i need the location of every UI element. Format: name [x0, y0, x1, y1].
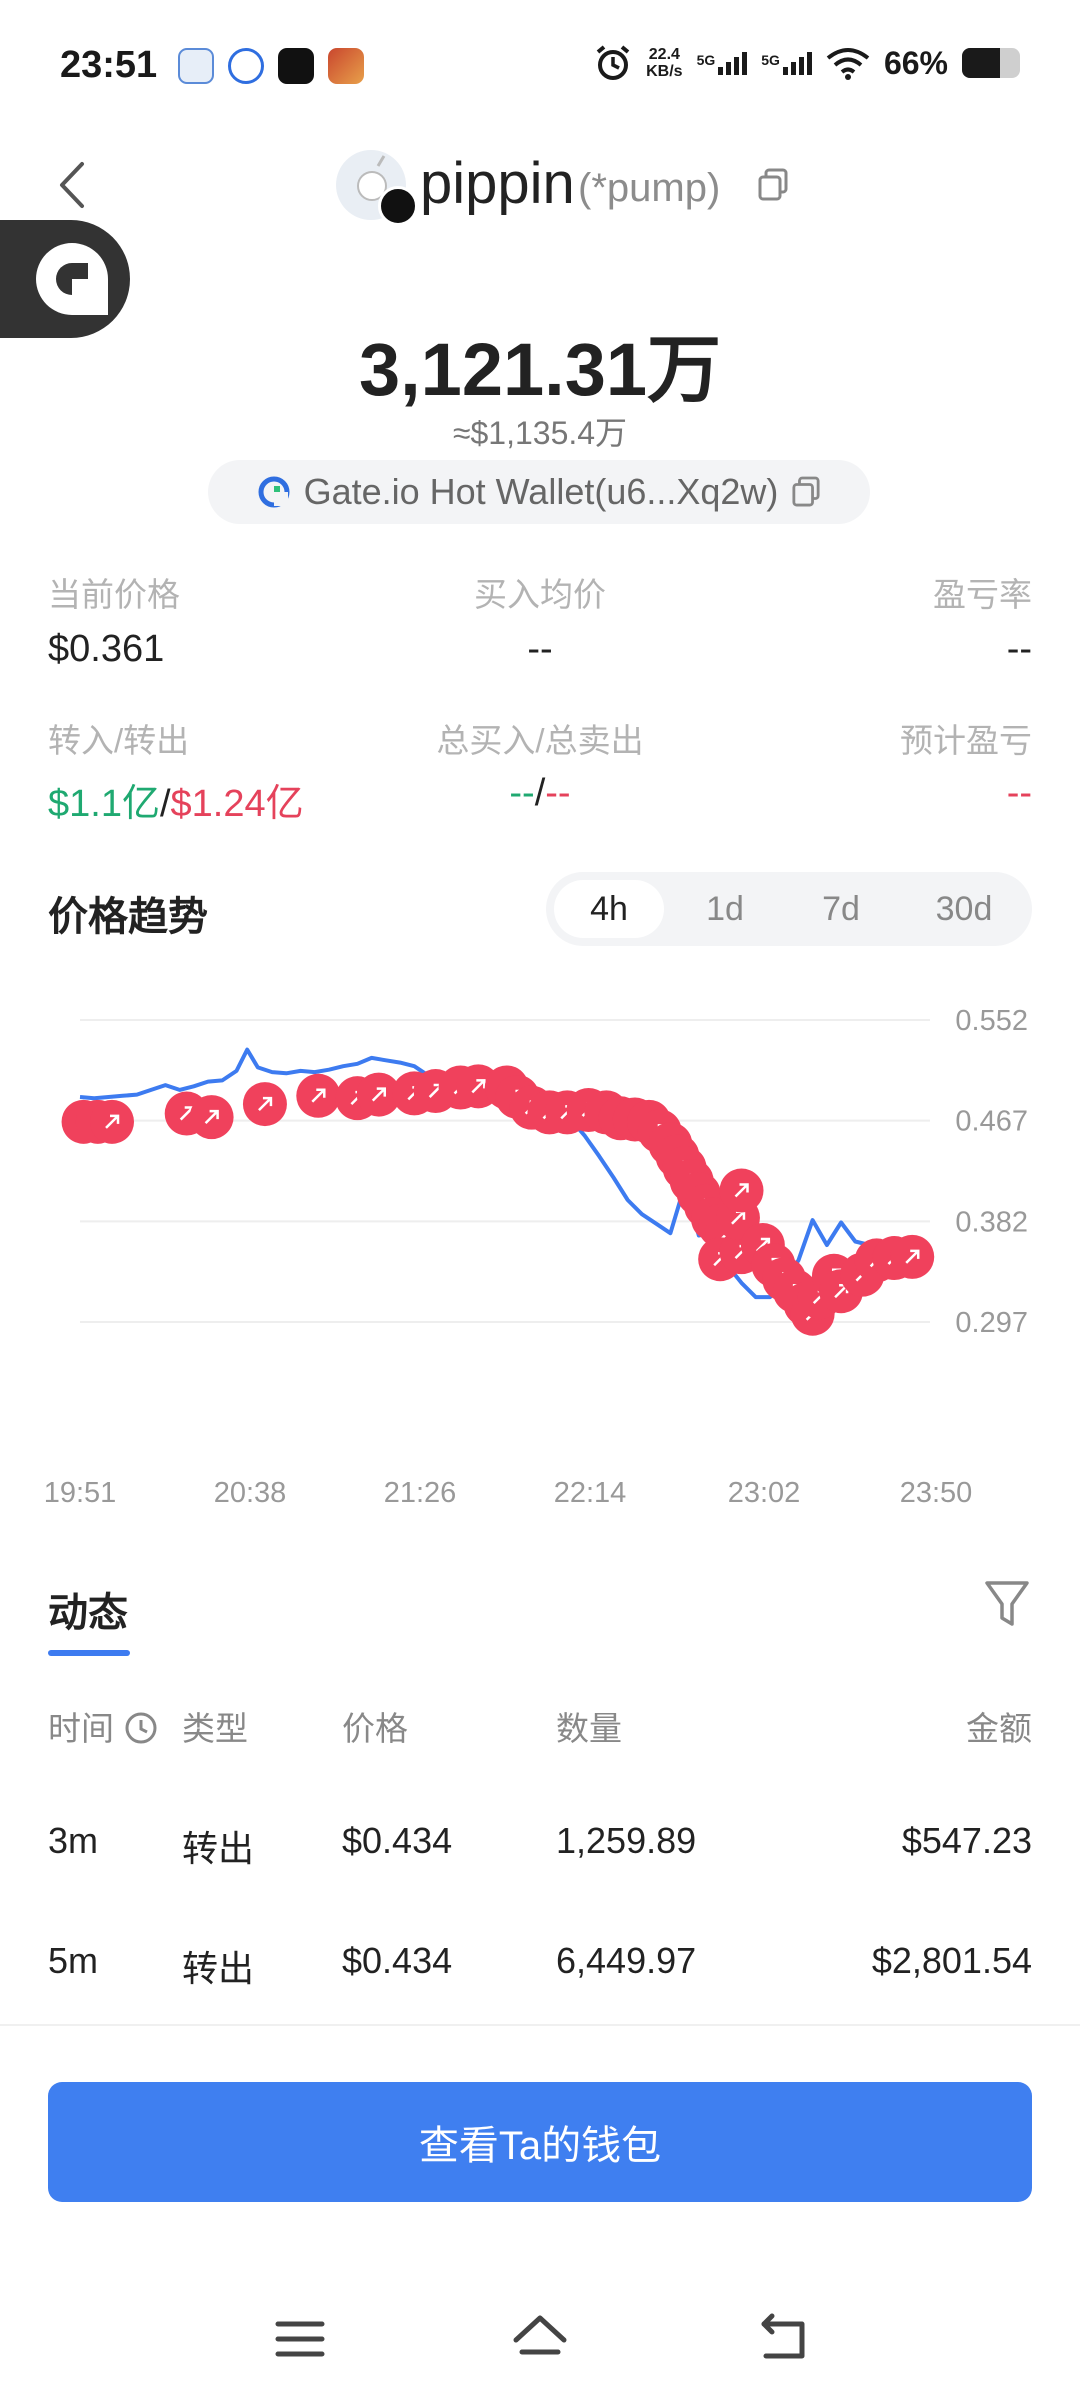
- col-time: 时间: [48, 1702, 159, 1750]
- wallet-label-pill[interactable]: Gate.io Hot Wallet(u6...Xq2w): [208, 460, 870, 524]
- tab-7d[interactable]: 7d: [786, 880, 896, 938]
- y-tick-label: 0.382: [955, 1206, 1028, 1238]
- col-amount: 金额: [966, 1710, 1032, 1747]
- signal-bars-icon: [782, 51, 812, 75]
- app-icon-1: [178, 48, 214, 84]
- row-type: 转出: [182, 1828, 255, 1869]
- x-tick-label: 19:51: [44, 1477, 117, 1509]
- token-balance: 3,121.31万: [358, 328, 722, 411]
- signal-bars-icon: [718, 51, 748, 75]
- col-qty: 数量: [556, 1710, 622, 1747]
- total-separator: /: [534, 772, 546, 814]
- net-speed-value: 22.4: [648, 46, 680, 63]
- tab-1d[interactable]: 1d: [670, 880, 780, 938]
- token-tag: (*pump): [578, 166, 721, 210]
- x-tick-label: 23:50: [900, 1477, 973, 1509]
- estimated-pnl-label: 预计盈亏: [900, 722, 1032, 759]
- row-price: $0.434: [342, 1940, 453, 1981]
- row-amount: $2,801.54: [871, 1940, 1032, 1981]
- price-chart[interactable]: 0.552 0.467 0.382 0.297 19:51 20:38 21:26 22:1…: [0, 980, 1080, 1520]
- row-price: $0.434: [342, 1820, 453, 1861]
- tab-4h[interactable]: 4h: [554, 880, 664, 938]
- divider: [0, 2024, 1080, 2026]
- avg-buy-price-value: --: [527, 628, 553, 670]
- x-tick-label: 22:14: [554, 1477, 627, 1509]
- total-sell-value: --: [545, 772, 571, 814]
- status-indicators: 22.4 KB/s 5G 5G 66%: [594, 44, 1020, 82]
- back-arrow-icon[interactable]: [52, 160, 92, 210]
- x-tick-label: 23:02: [728, 1477, 801, 1509]
- status-bar: 23:51 22.4 KB/s 5G 5G 66%: [0, 0, 1080, 140]
- total-buy-sell-value: --/--: [0, 772, 1080, 815]
- sim2-label: 5G: [761, 51, 780, 68]
- col-price: 价格: [342, 1710, 408, 1747]
- x-tick-label: 21:26: [384, 1477, 457, 1509]
- row-amount: $547.23: [901, 1820, 1032, 1861]
- solana-chain-icon: [378, 186, 418, 226]
- app-icon-2: [228, 48, 264, 84]
- status-time: 23:51: [60, 44, 158, 86]
- balance-usd-value: ≈$1,135.4万: [452, 415, 628, 451]
- copy-wallet-icon[interactable]: [792, 476, 820, 508]
- pnl-rate-label: 盈亏率: [933, 576, 1032, 613]
- alarm-icon: [596, 45, 630, 80]
- wallet-name: Gate.io Hot Wallet(u6...Xq2w): [303, 471, 779, 512]
- transfer-out-marker[interactable]: [719, 1168, 764, 1213]
- gate-io-icon: [258, 476, 290, 508]
- y-tick-label: 0.297: [955, 1307, 1028, 1339]
- game-icon: [328, 48, 364, 84]
- transfer-out-marker[interactable]: [189, 1095, 234, 1140]
- x-tick-label: 20:38: [214, 1477, 287, 1509]
- status-app-icons: [178, 48, 364, 84]
- transfer-out-marker[interactable]: [242, 1082, 287, 1127]
- net-speed-unit: KB/s: [646, 63, 683, 80]
- battery-icon: [962, 48, 1020, 78]
- back-icon[interactable]: [752, 2312, 812, 2366]
- row-time: 5m: [48, 1940, 99, 1981]
- transfer-out-marker[interactable]: [90, 1099, 135, 1144]
- signal-1: 5G: [696, 51, 748, 75]
- row-qty: 6,449.97: [556, 1940, 697, 1981]
- view-wallet-button[interactable]: 查看Ta的钱包: [48, 2082, 1032, 2202]
- row-type: 转出: [182, 1948, 255, 1989]
- home-icon[interactable]: [510, 2312, 570, 2366]
- wifi-icon: [826, 48, 870, 80]
- signal-2: 5G: [761, 51, 812, 75]
- activity-tab[interactable]: 动态: [48, 1580, 128, 1638]
- transfer-out-marker[interactable]: [296, 1073, 341, 1118]
- menu-icon[interactable]: [270, 2312, 330, 2366]
- row-qty: 1,259.89: [556, 1820, 697, 1861]
- price-trend-title: 价格趋势: [48, 895, 208, 939]
- tab-30d[interactable]: 30d: [904, 880, 1024, 938]
- tiktok-icon: [278, 48, 314, 84]
- battery-percent: 66%: [883, 44, 948, 81]
- copy-icon[interactable]: [758, 168, 788, 202]
- sim1-label: 5G: [696, 51, 716, 68]
- estimated-pnl-value: --: [1006, 772, 1032, 814]
- y-tick-label: 0.552: [955, 1005, 1028, 1037]
- transfer-out-marker[interactable]: [890, 1234, 935, 1279]
- total-buy-value: --: [509, 772, 535, 814]
- activity-tab-indicator: [48, 1650, 130, 1656]
- row-time: 3m: [48, 1820, 99, 1861]
- history-clock-icon[interactable]: [123, 1710, 159, 1746]
- col-type: 类型: [182, 1710, 248, 1747]
- token-name: pippin: [420, 151, 575, 216]
- pnl-rate-value: --: [1006, 628, 1032, 670]
- y-tick-label: 0.467: [955, 1106, 1028, 1138]
- time-range-tabs: 4h 1d 7d 30d: [546, 872, 1032, 946]
- avg-buy-price-label: 买入均价: [474, 576, 606, 613]
- net-speed: 22.4 KB/s: [646, 46, 682, 80]
- filter-icon[interactable]: [984, 1578, 1030, 1630]
- col-time-label: 时间: [48, 1710, 114, 1747]
